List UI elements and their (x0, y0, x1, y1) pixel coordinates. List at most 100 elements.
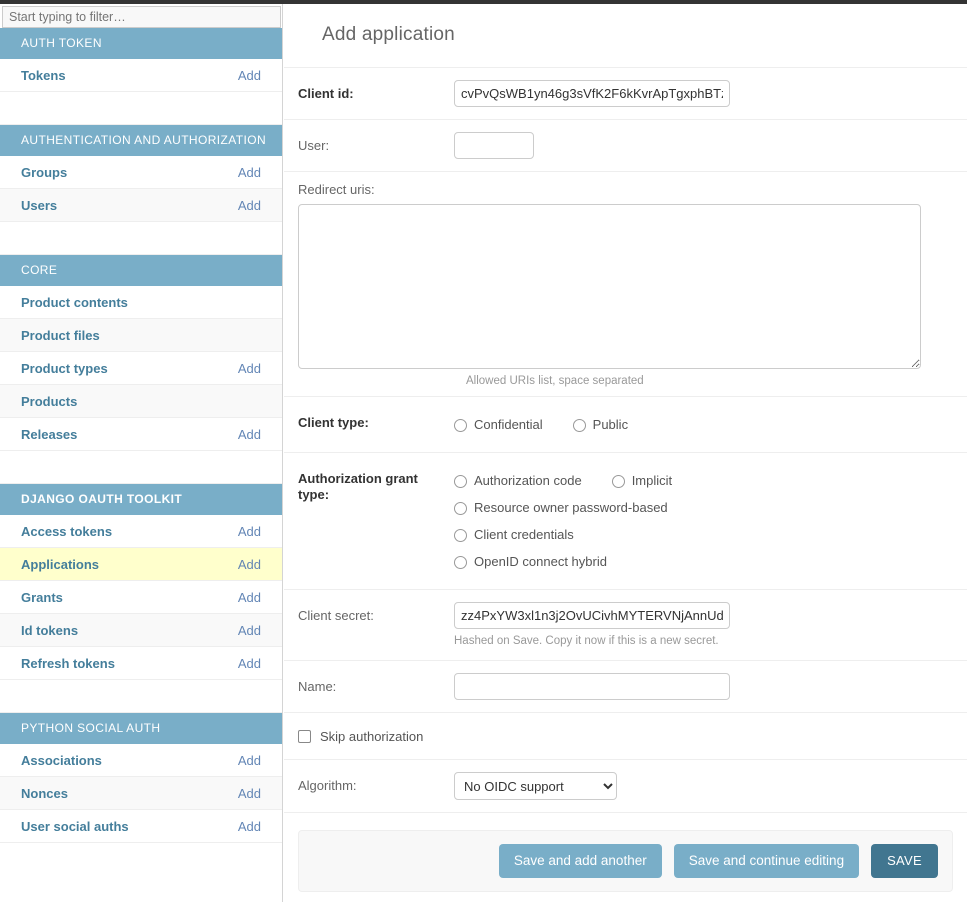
radio-circle-icon[interactable] (454, 418, 467, 432)
radio-client-type-1[interactable]: Public (572, 413, 628, 437)
radio-circle-icon[interactable] (454, 501, 467, 515)
sidebar-model-row[interactable]: Users Add (0, 189, 282, 222)
sidebar-model-add-link[interactable]: Add (238, 656, 261, 671)
sidebar-model-add-link[interactable]: Add (238, 165, 261, 180)
radio-circle-icon[interactable] (572, 418, 586, 432)
sidebar-model-link[interactable]: Product contents (21, 295, 128, 310)
grant-type-field-wrap: Authorization code Implicit Resource own… (454, 465, 953, 577)
client-secret-field-wrap: Hashed on Save. Copy it now if this is a… (454, 602, 953, 648)
sidebar-app-caption[interactable]: AUTHENTICATION AND AUTHORIZATION (0, 125, 282, 156)
sidebar-model-row[interactable]: Releases Add (0, 418, 282, 451)
user-input[interactable] (454, 132, 534, 159)
sidebar-model-add-link[interactable]: Add (238, 557, 261, 572)
radio-label: Resource owner password-based (474, 500, 668, 515)
nav-sidebar: AUTH TOKEN Tokens Add AUTHENTICATION AND AU… (0, 4, 283, 902)
client-type-radio-group: Confidential Public (454, 409, 953, 437)
sidebar-model-add-link[interactable]: Add (238, 786, 261, 801)
sidebar-block-gap (0, 680, 282, 713)
sidebar-model-add-link[interactable]: Add (238, 623, 261, 638)
sidebar-app-caption[interactable]: AUTH TOKEN (0, 28, 282, 59)
grant-type-radio-line-1: Authorization code Implicit (454, 469, 953, 493)
redirect-uris-label: Redirect uris: (298, 182, 375, 197)
sidebar-model-add-link[interactable]: Add (238, 753, 261, 768)
admin-page: AUTH TOKEN Tokens Add AUTHENTICATION AND AU… (0, 0, 967, 902)
name-input[interactable] (454, 673, 730, 700)
form-row-redirect-uris: Redirect uris: Allowed URIs list, space … (284, 172, 967, 397)
sidebar-model-link[interactable]: Products (21, 394, 77, 409)
radio-circle-icon[interactable] (611, 474, 625, 488)
sidebar-model-row[interactable]: Tokens Add (0, 59, 282, 92)
sidebar-model-row[interactable]: Refresh tokens Add (0, 647, 282, 680)
sidebar-model-link[interactable]: Id tokens (21, 623, 78, 638)
sidebar-model-row[interactable]: Product contents (0, 286, 282, 319)
sidebar-model-link[interactable]: Releases (21, 427, 77, 442)
sidebar-app-block: DJANGO OAUTH TOOLKIT Access tokens Add Appl… (0, 484, 282, 680)
sidebar-model-link[interactable]: Refresh tokens (21, 656, 115, 671)
client-type-field-wrap: Confidential Public (454, 409, 953, 440)
sidebar-model-link[interactable]: Product types (21, 361, 108, 376)
sidebar-app-block: PYTHON SOCIAL AUTH Associations Add Nonces A… (0, 713, 282, 843)
sidebar-model-link[interactable]: User social auths (21, 819, 129, 834)
sidebar-model-row[interactable]: Groups Add (0, 156, 282, 189)
sidebar-model-add-link[interactable]: Add (238, 524, 261, 539)
sidebar-model-link[interactable]: Groups (21, 165, 67, 180)
sidebar-app-block: AUTH TOKEN Tokens Add (0, 28, 282, 92)
sidebar-model-row[interactable]: Id tokens Add (0, 614, 282, 647)
sidebar-model-link[interactable]: Applications (21, 557, 99, 572)
form-row-user: User: (284, 120, 967, 172)
client-id-field-wrap (454, 80, 953, 107)
sidebar-model-link[interactable]: Associations (21, 753, 102, 768)
sidebar-filter-input[interactable] (2, 6, 281, 28)
sidebar-model-add-link[interactable]: Add (238, 68, 261, 83)
sidebar-model-add-link[interactable]: Add (238, 361, 261, 376)
sidebar-model-link[interactable]: Grants (21, 590, 63, 605)
radio-grant-type-3[interactable]: Client credentials (454, 523, 574, 547)
sidebar-app-caption[interactable]: PYTHON SOCIAL AUTH (0, 713, 282, 744)
skip-authorization-checkbox[interactable] (298, 729, 311, 743)
sidebar-model-link[interactable]: Nonces (21, 786, 68, 801)
sidebar-app-block: CORE Product contents Product files Product… (0, 255, 282, 451)
client-secret-input[interactable] (454, 602, 730, 629)
sidebar-app-caption[interactable]: DJANGO OAUTH TOOLKIT (0, 484, 282, 515)
sidebar-model-link[interactable]: Users (21, 198, 57, 213)
sidebar-model-link[interactable]: Tokens (21, 68, 66, 83)
form-row-client-secret: Client secret: Hashed on Save. Copy it n… (284, 590, 967, 661)
save-and-add-another-button[interactable]: Save and add another (498, 844, 662, 878)
radio-client-type-0[interactable]: Confidential (454, 413, 543, 437)
radio-circle-icon[interactable] (454, 528, 467, 542)
sidebar-model-add-link[interactable]: Add (238, 590, 261, 605)
sidebar-model-row[interactable]: Product files (0, 319, 282, 352)
sidebar-model-row[interactable]: Grants Add (0, 581, 282, 614)
radio-grant-type-2[interactable]: Resource owner password-based (454, 496, 668, 520)
sidebar-model-row[interactable]: Nonces Add (0, 777, 282, 810)
radio-grant-type-0[interactable]: Authorization code (454, 469, 582, 493)
redirect-uris-textarea[interactable] (298, 204, 921, 369)
sidebar-model-row[interactable]: Access tokens Add (0, 515, 282, 548)
radio-circle-icon[interactable] (454, 474, 467, 488)
client-id-input[interactable] (454, 80, 730, 107)
client-secret-help: Hashed on Save. Copy it now if this is a… (454, 635, 719, 647)
save-button[interactable]: SAVE (871, 844, 938, 878)
sidebar-model-row[interactable]: User social auths Add (0, 810, 282, 843)
sidebar-app-caption[interactable]: CORE (0, 255, 282, 286)
sidebar-block-gap (0, 92, 282, 125)
sidebar-model-add-link[interactable]: Add (238, 198, 261, 213)
sidebar-model-row[interactable]: Product types Add (0, 352, 282, 385)
grant-type-label: Authorization grant type: (298, 471, 418, 502)
sidebar-model-add-link[interactable]: Add (238, 427, 261, 442)
name-label: Name: (298, 679, 337, 694)
radio-grant-type-1[interactable]: Implicit (611, 469, 672, 493)
form-row-skip-authorization: Skip authorization (284, 713, 967, 760)
radio-circle-icon[interactable] (454, 555, 467, 569)
radio-grant-type-4[interactable]: OpenID connect hybrid (454, 550, 607, 574)
sidebar-model-row[interactable]: Applications Add (0, 548, 282, 581)
skip-authorization-label: Skip authorization (320, 728, 424, 744)
save-and-continue-editing-button[interactable]: Save and continue editing (673, 844, 860, 878)
sidebar-model-row[interactable]: Products (0, 385, 282, 418)
sidebar-model-link[interactable]: Access tokens (21, 524, 112, 539)
sidebar-model-add-link[interactable]: Add (238, 819, 261, 834)
algorithm-select[interactable]: No OIDC supportRSA with SHA-2 256HMAC wi… (454, 772, 617, 800)
sidebar-model-link[interactable]: Product files (21, 328, 100, 343)
sidebar-model-row[interactable]: Associations Add (0, 744, 282, 777)
client-id-label: Client id: (298, 86, 354, 101)
